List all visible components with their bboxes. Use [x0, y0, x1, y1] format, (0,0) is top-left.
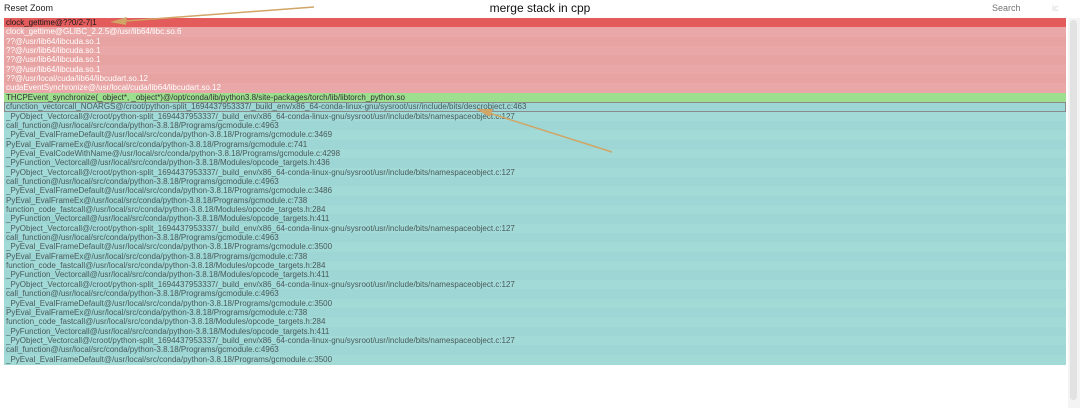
scrollbar-thumb[interactable]: [1070, 20, 1077, 400]
flame-graph: clock_gettime@??0/2-7|1 clock_gettime@GLI…: [4, 18, 1066, 408]
toolbar: Reset Zoom merge stack in cpp ic: [0, 0, 1080, 18]
search-input[interactable]: [992, 3, 1048, 13]
chart-title: merge stack in cpp: [489, 1, 591, 15]
scrollbar[interactable]: [1068, 18, 1080, 408]
flame-frame[interactable]: _PyEval_EvalFrameDefault@/usr/local/src/…: [4, 354, 1066, 365]
clear-icon[interactable]: ic: [1052, 3, 1059, 13]
